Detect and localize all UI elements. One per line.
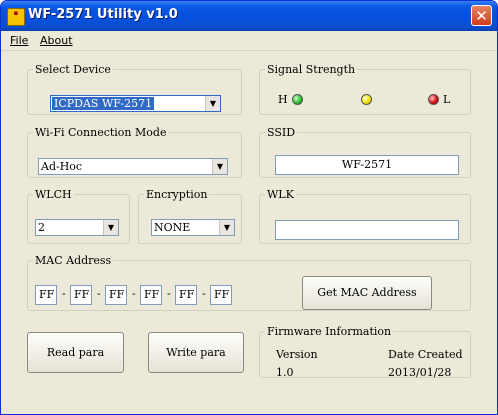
menu-file-label: File [10, 34, 29, 47]
close-button[interactable]: ✕ [471, 5, 492, 26]
app-window: ▪ WF-2571 Utility v1.0 ✕ File About Sele… [0, 0, 498, 415]
ssid-legend: SSID [267, 126, 296, 139]
firmware-date-value: 2013/01/28 [388, 366, 452, 379]
menu-bar: File About [1, 31, 497, 51]
device-select-value: ICPDAS WF-2571 [52, 97, 155, 110]
mac-separator: - [62, 287, 66, 300]
mac-address-legend: MAC Address [35, 254, 112, 267]
mac-separator: - [97, 287, 101, 300]
wlch-legend: WLCH [35, 188, 72, 201]
ssid-input[interactable]: WF-2571 [275, 155, 459, 175]
firmware-version-label: Version [276, 348, 318, 361]
menu-about[interactable]: About [40, 34, 73, 47]
mac-octet-4[interactable]: FF [140, 285, 162, 305]
firmware-version-value: 1.0 [276, 366, 294, 379]
signal-strength-group: Signal Strength H L [259, 63, 471, 115]
encryption-legend: Encryption [146, 188, 208, 201]
wifi-mode-value: Ad-Hoc [41, 160, 83, 173]
signal-strength-legend: Signal Strength [267, 63, 356, 76]
signal-low-label: L [443, 93, 451, 106]
window-title: WF-2571 Utility v1.0 [28, 7, 178, 22]
mac-octet-3[interactable]: FF [105, 285, 127, 305]
mac-octet-6[interactable]: FF [210, 285, 232, 305]
device-select[interactable]: ICPDAS WF-2571 ▼ [50, 95, 221, 112]
wlk-group: WLK [259, 188, 471, 244]
encryption-value: NONE [154, 221, 191, 234]
ssid-group: SSID WF-2571 [259, 126, 471, 178]
mac-address-group: MAC Address FF - FF - FF - FF - FF - FF … [27, 254, 471, 311]
mac-separator: - [167, 287, 171, 300]
signal-high-led-icon [292, 94, 303, 105]
main-panel: Select Device ICPDAS WF-2571 ▼ Signal St… [1, 51, 497, 414]
encryption-select[interactable]: NONE ▼ [151, 219, 235, 236]
wlch-select[interactable]: 2 ▼ [35, 219, 119, 236]
menu-about-label: About [40, 34, 73, 47]
select-device-legend: Select Device [35, 63, 111, 76]
mac-octet-1[interactable]: FF [35, 285, 57, 305]
get-mac-address-button[interactable]: Get MAC Address [302, 276, 432, 310]
write-para-button[interactable]: Write para [148, 332, 244, 373]
wifi-mode-legend: Wi-Fi Connection Mode [35, 126, 167, 139]
read-para-button[interactable]: Read para [27, 332, 124, 373]
wifi-mode-group: Wi-Fi Connection Mode Ad-Hoc ▼ [27, 126, 242, 178]
signal-low-led-icon [428, 94, 439, 105]
mac-separator: - [202, 287, 206, 300]
title-bar[interactable]: ▪ WF-2571 Utility v1.0 ✕ [1, 1, 497, 31]
mac-octet-2[interactable]: FF [70, 285, 92, 305]
menu-file[interactable]: File [10, 34, 28, 47]
firmware-info-legend: Firmware Information [267, 325, 392, 338]
encryption-group: Encryption NONE ▼ [138, 188, 242, 244]
chevron-down-icon[interactable]: ▼ [212, 159, 227, 174]
wifi-mode-select[interactable]: Ad-Hoc ▼ [38, 158, 228, 175]
chevron-down-icon[interactable]: ▼ [103, 220, 118, 235]
firmware-date-label: Date Created [388, 348, 463, 361]
chevron-down-icon[interactable]: ▼ [219, 220, 234, 235]
mac-separator: - [132, 287, 136, 300]
app-logo-icon[interactable]: ▪ [7, 8, 25, 26]
mac-octet-5[interactable]: FF [175, 285, 197, 305]
wlch-group: WLCH 2 ▼ [27, 188, 130, 244]
wlk-input[interactable] [275, 220, 459, 240]
wlk-legend: WLK [267, 188, 294, 201]
signal-mid-led-icon [361, 94, 372, 105]
signal-high-label: H [278, 93, 288, 106]
chevron-down-icon[interactable]: ▼ [205, 96, 220, 111]
wlch-value: 2 [38, 221, 45, 234]
firmware-info-group: Firmware Information Version Date Create… [259, 325, 471, 379]
select-device-group: Select Device ICPDAS WF-2571 ▼ [27, 63, 242, 115]
